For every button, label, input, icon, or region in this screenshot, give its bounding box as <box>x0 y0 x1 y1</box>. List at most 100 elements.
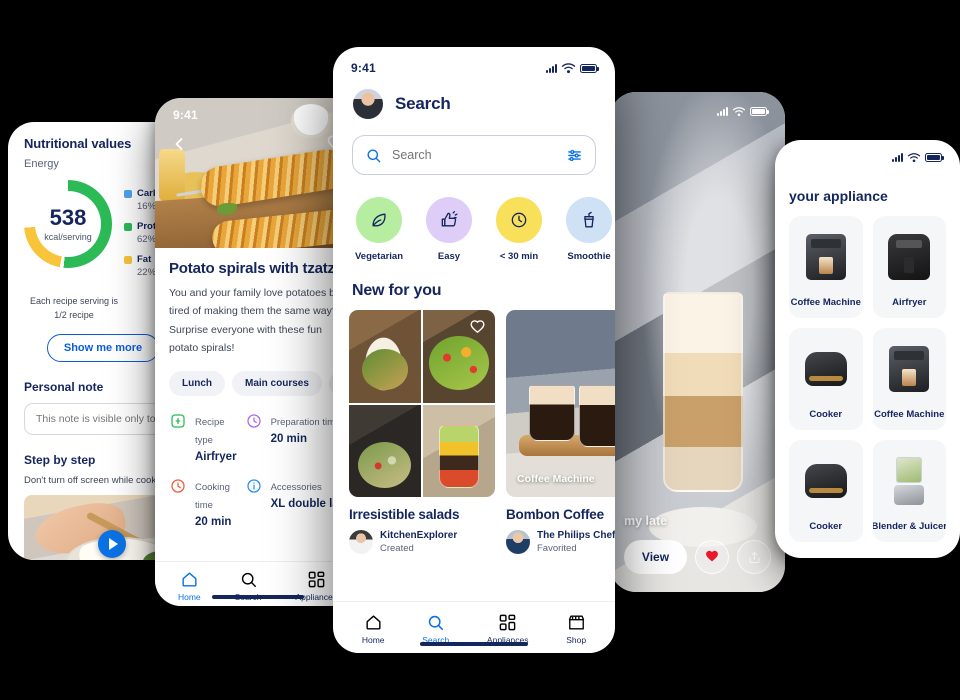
clock-icon <box>496 197 542 243</box>
appliance-card-blender-juicer[interactable]: Blender & Juicer <box>872 440 947 542</box>
appliances-panel: your appliance Coffee Machine Airfryer C… <box>775 140 960 558</box>
search-input[interactable] <box>392 148 556 162</box>
search-tab-bar: Home Search Appliances Shop <box>333 601 615 653</box>
heart-filled-icon[interactable] <box>695 540 729 574</box>
battery-icon <box>925 152 944 162</box>
card-row: Irresistible salads KitchenExplorer Crea… <box>333 300 615 554</box>
search-bar[interactable] <box>352 135 596 175</box>
info-icon <box>245 477 263 495</box>
tab-search[interactable]: Search <box>422 613 449 645</box>
wifi-icon <box>907 152 921 162</box>
avatar[interactable] <box>353 89 383 119</box>
legend-swatch-carbs <box>124 189 132 198</box>
tab-shop[interactable]: Shop <box>566 613 586 645</box>
card-title: Bombon Coffee <box>506 507 604 522</box>
screenshot-stage: Nutritional values Energy 538 kcal/servi… <box>0 0 960 700</box>
appliance-label: Coffee Machine <box>874 409 945 420</box>
shop-icon <box>568 615 584 630</box>
energy-unit: kcal/serving <box>44 231 92 242</box>
coffee-caption: my late <box>624 514 668 528</box>
category-easy[interactable]: Easy <box>422 197 476 262</box>
cooker-image <box>789 440 863 521</box>
cooker-image <box>789 328 863 409</box>
home-indicator <box>420 642 528 646</box>
appliance-card-cooker[interactable]: Cooker <box>789 440 863 542</box>
signal-icon <box>717 106 728 116</box>
appliance-label: Airfryer <box>892 297 927 308</box>
tab-appliances[interactable]: Appliances <box>487 613 529 645</box>
meta-label: Preparation time <box>270 416 341 428</box>
appliance-card-cooker[interactable]: Cooker <box>789 328 863 430</box>
appliances-icon <box>499 614 516 631</box>
recipe-collection-card-coffee[interactable]: Coffee Machine Bombon Coffee The Philips… <box>506 310 615 554</box>
wifi-icon <box>732 106 746 116</box>
status-bar <box>775 140 960 166</box>
avatar <box>506 530 530 554</box>
signal-icon <box>892 152 903 162</box>
airfryer-icon <box>169 412 187 430</box>
coffee-machine-image <box>789 216 863 297</box>
recipe-meta-grid: Recipe type Airfryer Preparation time 20… <box>169 412 356 528</box>
appliances-heading: your appliance <box>789 188 888 204</box>
coffee-card-image: Coffee Machine <box>506 310 615 497</box>
filter-sliders-icon[interactable] <box>566 147 583 164</box>
status-time: 9:41 <box>173 108 198 122</box>
share-upload-icon[interactable] <box>737 540 771 574</box>
category-chip-row: Vegetarian Easy < 30 min Smoothie <box>333 175 615 262</box>
wifi-icon <box>561 63 576 74</box>
section-title-new-for-you: New for you <box>352 282 442 299</box>
serving-note: Each recipe serving is 1/2 recipe <box>29 296 119 320</box>
avatar <box>349 530 373 554</box>
latte-glass-image <box>662 292 743 492</box>
recipe-title: Potato spirals with tzatziki <box>169 260 351 277</box>
blender-image <box>873 440 947 521</box>
category-vegetarian[interactable]: Vegetarian <box>352 197 406 262</box>
view-button[interactable]: View <box>624 540 687 574</box>
category-under-30-min[interactable]: < 30 min <box>492 197 546 262</box>
card-overlay-label: Coffee Machine <box>517 473 595 485</box>
meta-cooking-time: Cooking time 20 min <box>169 477 237 528</box>
category-smoothie[interactable]: Smoothie <box>562 197 615 262</box>
favorite-heart-icon[interactable] <box>469 319 486 341</box>
recipe-tab-bar: Home Search Appliances <box>155 561 360 606</box>
home-icon <box>366 615 381 630</box>
home-icon <box>182 572 197 587</box>
recipe-chip-lunch[interactable]: Lunch <box>169 370 225 396</box>
coffee-machine-image <box>873 328 947 409</box>
status-bar <box>610 98 785 124</box>
search-icon <box>365 147 382 164</box>
category-label: Easy <box>437 251 461 262</box>
airfryer-image <box>873 216 947 297</box>
meta-value: 20 min <box>195 515 232 528</box>
status-time: 9:41 <box>351 61 376 75</box>
show-me-more-button[interactable]: Show me more <box>46 334 160 362</box>
meta-label: Recipe type <box>195 416 225 446</box>
card-author: The Philips Chef <box>537 530 615 541</box>
legend-swatch-fat <box>124 255 132 264</box>
tab-home[interactable]: Home <box>178 570 201 602</box>
salad-collage-image <box>349 310 495 497</box>
play-icon[interactable] <box>97 530 126 559</box>
battery-icon <box>580 63 599 73</box>
tab-home[interactable]: Home <box>362 613 385 645</box>
prep-icon <box>245 412 263 430</box>
appliance-label: Blender & Juicer <box>872 521 947 532</box>
status-bar: 9:41 <box>155 102 360 128</box>
tab-label: Shop <box>566 635 587 645</box>
recipe-collection-card-salads[interactable]: Irresistible salads KitchenExplorer Crea… <box>349 310 495 554</box>
recipe-chip-main-courses[interactable]: Main courses <box>232 370 322 396</box>
category-label: < 30 min <box>499 251 539 262</box>
back-icon[interactable] <box>169 134 189 154</box>
signal-icon <box>546 63 557 73</box>
appliance-card-coffee-machine[interactable]: Coffee Machine <box>872 328 947 430</box>
meta-value: 20 min <box>270 432 307 445</box>
energy-donut-chart: 538 kcal/serving <box>24 180 112 268</box>
energy-value: 538 <box>49 204 87 230</box>
appliance-card-airfryer[interactable]: Airfryer <box>872 216 947 318</box>
appliance-card-coffee-machine[interactable]: Coffee Machine <box>789 216 863 318</box>
page-title: Search <box>395 94 451 113</box>
recipe-hero-image: 9:41 <box>155 98 360 248</box>
meta-recipe-type: Recipe type Airfryer <box>169 412 237 463</box>
legend-swatch-protein <box>124 222 132 231</box>
smoothie-cup-icon <box>566 197 612 243</box>
